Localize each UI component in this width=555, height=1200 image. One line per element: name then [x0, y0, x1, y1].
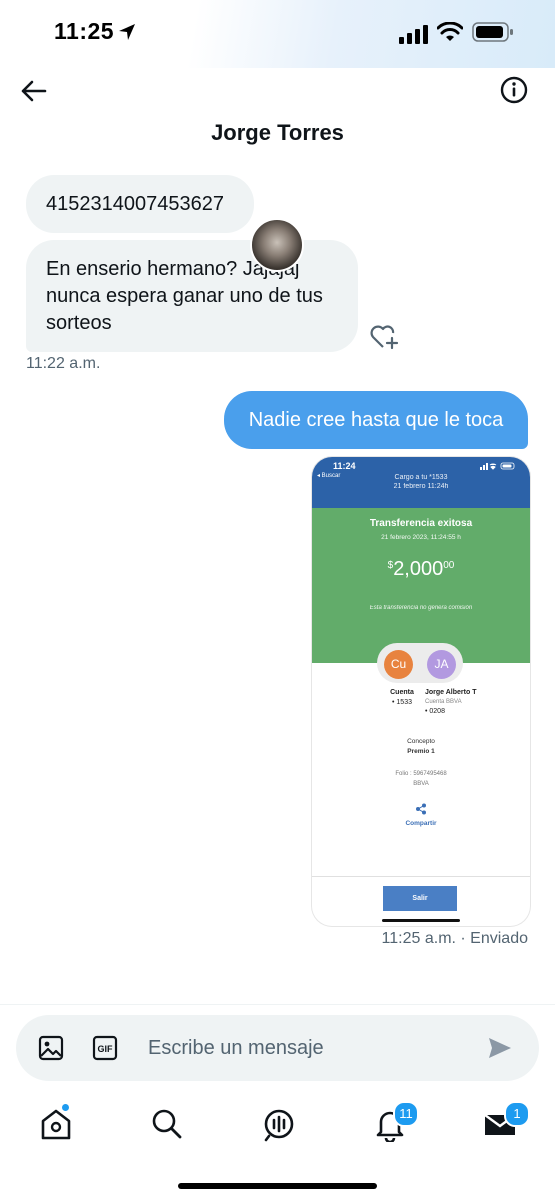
- battery-icon: [472, 22, 513, 42]
- concept: Concepto Premio 1: [312, 738, 530, 755]
- outgoing-message[interactable]: Nadie cree hasta que le toca: [224, 391, 528, 449]
- search-icon[interactable]: [149, 1106, 185, 1142]
- bank-name: BBVA: [413, 781, 429, 787]
- concept-value: Premio 1: [407, 748, 435, 755]
- message-composer: GIF: [16, 1015, 539, 1081]
- currency-symbol: $: [387, 560, 394, 571]
- to-bank: Cuenta BBVA: [425, 699, 462, 705]
- notifications-badge: 11: [393, 1101, 419, 1127]
- home-icon[interactable]: [38, 1106, 74, 1142]
- to-account: Jorge Alberto T Cuenta BBVA • 0208: [425, 689, 505, 715]
- messages-badge: 1: [504, 1101, 530, 1127]
- folio-number: Folio : 5967495468: [395, 771, 447, 777]
- spaces-icon[interactable]: [261, 1106, 297, 1142]
- bank-header-line1: Cargo a tu *1533: [394, 474, 448, 481]
- to-avatar: JA: [427, 650, 456, 679]
- divider: [312, 876, 530, 877]
- wifi-icon: [437, 22, 463, 41]
- bank-app-header: 11:24 ◂ Buscar Cargo a tu *1533 21 febre…: [312, 457, 530, 508]
- folio: Folio : 5967495468 BBVA: [312, 771, 530, 787]
- to-name: Jorge Alberto T: [425, 689, 477, 696]
- transfer-date: 21 febrero 2023, 11:24:55 h: [381, 534, 461, 541]
- message-timestamp: 11:22 a.m.: [26, 355, 101, 372]
- bank-status-icons: [480, 462, 515, 470]
- transfer-title: Transferencia exitosa: [369, 518, 473, 529]
- from-account: Cuenta • 1533: [374, 689, 430, 706]
- bank-status-time: 11:24: [333, 461, 356, 471]
- incoming-message[interactable]: En enserio hermano? Jajajaj nunca espera…: [26, 240, 358, 352]
- bank-home-indicator: [382, 919, 460, 922]
- amount-value: 2,000: [393, 558, 444, 580]
- message-text: Nadie cree hasta que le toca: [248, 409, 504, 431]
- status-bar: 11:25: [0, 0, 555, 68]
- share-label: Compartir: [405, 820, 437, 827]
- amount-cents: 00: [443, 560, 455, 571]
- signal-icon: [399, 25, 428, 44]
- from-avatar: Cu: [384, 650, 413, 679]
- transfer-summary: Transferencia exitosa 21 febrero 2023, 1…: [312, 508, 530, 663]
- svg-text:GIF: GIF: [98, 1044, 114, 1054]
- share-icon: [416, 803, 426, 815]
- home-unread-dot: [61, 1103, 70, 1112]
- incoming-message[interactable]: 4152314007453627: [26, 175, 254, 233]
- transfer-amount: $2,00000: [312, 558, 530, 581]
- transfer-note: Esta transferencia no genera comisión: [369, 605, 473, 611]
- send-icon[interactable]: [487, 1035, 513, 1061]
- from-number: • 1533: [392, 699, 412, 706]
- back-arrow-icon[interactable]: [18, 76, 48, 106]
- status-time: 11:25: [54, 18, 115, 44]
- conversation-title: Jorge Torres: [211, 120, 344, 145]
- message-input[interactable]: [148, 1031, 478, 1065]
- image-attachment[interactable]: 11:24 ◂ Buscar Cargo a tu *1533 21 febre…: [312, 457, 530, 926]
- info-icon[interactable]: [499, 75, 529, 105]
- message-text: 4152314007453627: [46, 193, 224, 215]
- home-indicator: [178, 1183, 377, 1189]
- avatar[interactable]: [250, 218, 304, 272]
- bank-header-line2: 21 febrero 11:24h: [393, 483, 449, 490]
- divider: [0, 1004, 555, 1005]
- to-number: • 0208: [425, 708, 445, 715]
- message-timestamp: 11:25 a.m. · Enviado: [381, 930, 528, 947]
- conversation-header: Jorge Torres: [0, 68, 555, 158]
- concept-label: Concepto: [407, 738, 435, 745]
- location-arrow-icon: [119, 24, 135, 40]
- image-icon[interactable]: [38, 1035, 64, 1061]
- exit-button: Salir: [383, 886, 457, 911]
- gif-icon[interactable]: GIF: [92, 1035, 118, 1061]
- from-label: Cuenta: [390, 689, 414, 696]
- add-reaction-icon[interactable]: [369, 323, 399, 351]
